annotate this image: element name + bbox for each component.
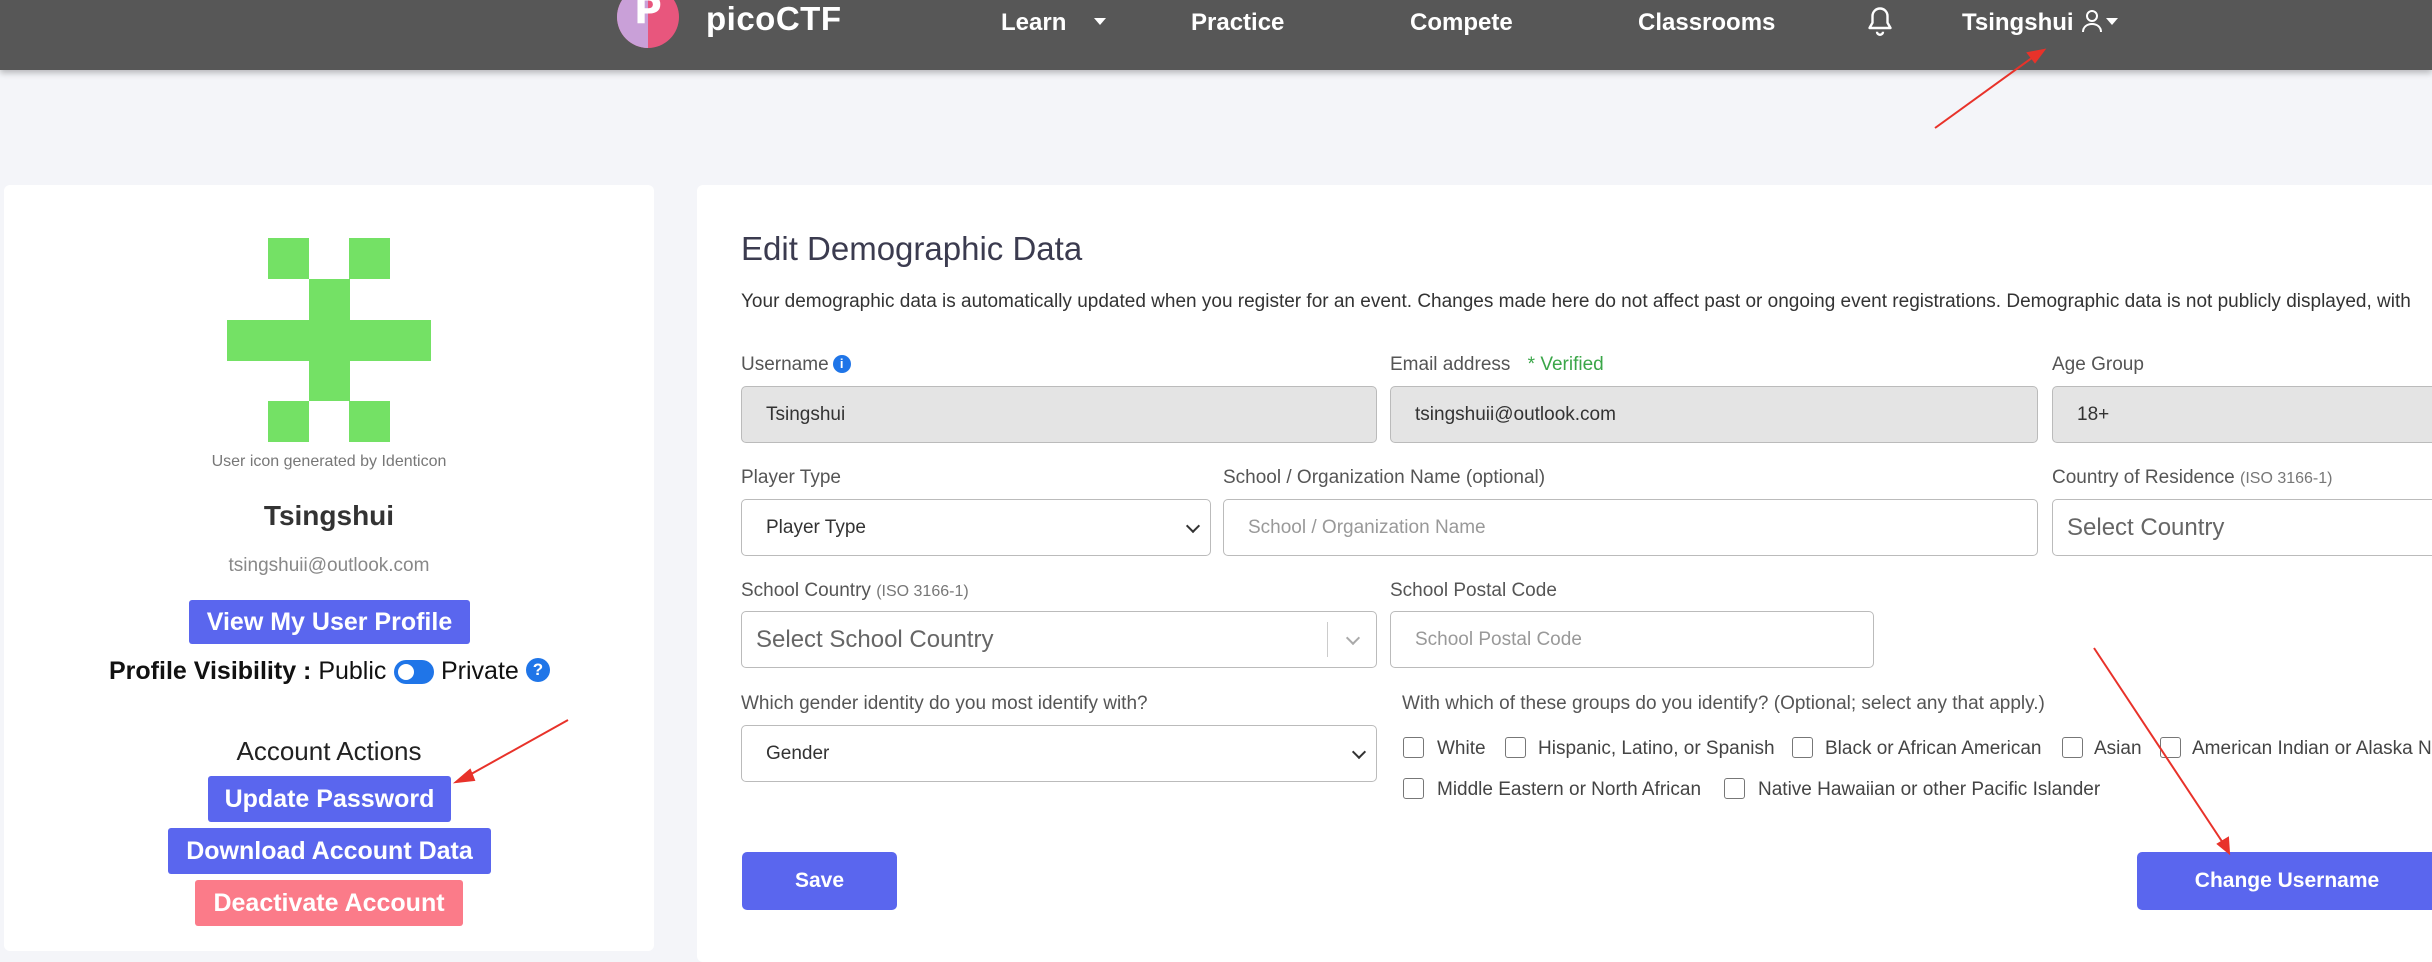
profile-email: tsingshuii@outlook.com (228, 555, 430, 576)
form-description: Your demographic data is automatically u… (741, 291, 2411, 312)
profile-username: Tsingshui (263, 500, 395, 531)
age-group-label: Age Group (2052, 354, 2144, 375)
school-name-input[interactable]: School / Organization Name (1223, 499, 2038, 556)
email-verified-badge: * Verified (1527, 354, 1604, 375)
gender-value: Gender (766, 742, 830, 764)
group-label: Native Hawaiian or other Pacific Islande… (1758, 779, 2101, 800)
school-country-select[interactable]: Select School Country (741, 611, 1377, 668)
chevron-down-icon (1351, 744, 1367, 759)
school-country-value: Select School Country (756, 625, 994, 653)
username-label-text: Username (741, 354, 829, 375)
picoctf-logo[interactable]: P (617, 0, 679, 48)
email-label: Email address * Verified (1390, 354, 1604, 376)
chevron-down-icon[interactable] (1094, 18, 1106, 25)
country-select[interactable]: Select Country (2052, 499, 2432, 556)
chevron-down-icon[interactable] (2106, 18, 2118, 25)
player-type-select[interactable]: Player Type (741, 499, 1211, 556)
nav-practice[interactable]: Practice (1191, 9, 1284, 37)
checkbox-asian[interactable] (2062, 737, 2083, 758)
checkbox-native-hawaiian[interactable] (1724, 778, 1745, 799)
checkbox-hispanic[interactable] (1505, 737, 1526, 758)
gender-label: Which gender identity do you most identi… (741, 693, 1148, 714)
user-icon[interactable] (2080, 8, 2104, 34)
change-username-button[interactable]: Change Username (2137, 852, 2432, 910)
group-label: Black or African American (1825, 738, 2042, 759)
chevron-down-icon (1345, 630, 1361, 645)
info-icon[interactable]: i (832, 355, 851, 373)
top-navbar: P picoCTF Learn Practice Compete Classro… (0, 0, 2432, 70)
checkbox-black[interactable] (1792, 737, 1813, 758)
group-label: Asian (2094, 738, 2142, 759)
group-label: White (1437, 738, 1486, 759)
player-type-value: Player Type (766, 516, 866, 538)
view-profile-button[interactable]: View My User Profile (189, 600, 470, 644)
visibility-private-label: Private (441, 657, 519, 685)
nav-compete[interactable]: Compete (1410, 9, 1513, 37)
group-label: Middle Eastern or North African (1437, 779, 1702, 800)
school-name-label: School / Organization Name (optional) (1223, 467, 1546, 488)
gender-select[interactable]: Gender (741, 725, 1377, 782)
group-label: American Indian or Alaska N (2192, 738, 2432, 759)
download-account-data-button[interactable]: Download Account Data (168, 828, 491, 874)
page-title: Edit Demographic Data (741, 230, 1083, 267)
checkbox-middle-eastern[interactable] (1403, 778, 1424, 799)
update-password-button[interactable]: Update Password (208, 776, 451, 822)
account-actions-title: Account Actions (236, 736, 422, 766)
visibility-public-label: Public (318, 657, 387, 685)
nav-learn[interactable]: Learn (1001, 9, 1066, 37)
checkbox-american-indian[interactable] (2160, 737, 2181, 758)
username-field: Tsingshui (741, 386, 1377, 443)
nav-username[interactable]: Tsingshui (1962, 9, 2074, 37)
school-country-label-note: (ISO 3166-1) (876, 583, 969, 600)
chevron-down-icon (1185, 518, 1201, 533)
email-field: tsingshuii@outlook.com (1390, 386, 2038, 443)
username-label: Username i (741, 354, 851, 376)
groups-label: With which of these groups do you identi… (1402, 693, 2045, 714)
bell-icon[interactable] (1862, 4, 1898, 40)
player-type-label: Player Type (741, 467, 841, 488)
profile-visibility: Profile Visibility : Public (109, 657, 386, 686)
visibility-label: Profile Visibility : (109, 657, 312, 685)
brand-name[interactable]: picoCTF (706, 0, 841, 38)
postal-code-label: School Postal Code (1390, 580, 1557, 601)
visibility-toggle[interactable] (394, 660, 434, 684)
age-group-field: 18+ (2052, 386, 2432, 443)
identicon-caption: User icon generated by Identicon (211, 453, 447, 470)
school-country-label-text: School Country (741, 580, 871, 601)
postal-code-input[interactable]: School Postal Code (1390, 611, 1874, 668)
nav-classrooms[interactable]: Classrooms (1638, 9, 1775, 37)
save-button[interactable]: Save (742, 852, 897, 910)
school-country-label: School Country (ISO 3166-1) (741, 580, 969, 602)
email-label-text: Email address (1390, 354, 1511, 375)
country-label: Country of Residence (ISO 3166-1) (2052, 467, 2332, 489)
deactivate-account-button[interactable]: Deactivate Account (195, 880, 463, 926)
country-label-note: (ISO 3166-1) (2240, 470, 2333, 487)
country-label-text: Country of Residence (2052, 467, 2235, 488)
help-icon[interactable]: ? (526, 658, 550, 682)
identicon-avatar (227, 238, 431, 442)
checkbox-white[interactable] (1403, 737, 1424, 758)
select-divider (1327, 622, 1328, 657)
group-label: Hispanic, Latino, or Spanish (1538, 738, 1775, 759)
